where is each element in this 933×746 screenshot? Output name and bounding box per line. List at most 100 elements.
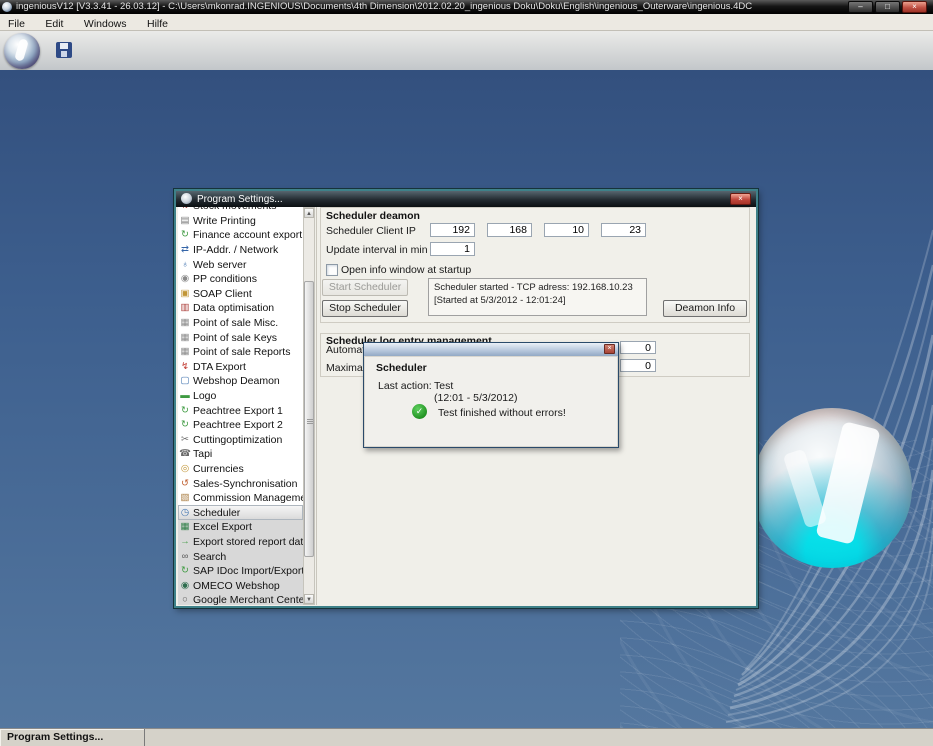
popup-result-text: Test finished without errors! <box>438 407 566 419</box>
popup-titlebar[interactable]: × <box>364 343 618 357</box>
minimize-icon[interactable]: – <box>848 1 873 13</box>
dialog-titlebar[interactable]: Program Settings... × <box>176 191 756 207</box>
sidebar-item[interactable]: ▤ Write Printing <box>178 214 303 229</box>
sidebar-item-label: Tapi <box>193 448 213 461</box>
sidebar-item-label: Search <box>193 550 227 563</box>
sidebar-item[interactable]: ↻ SAP IDoc Import/Export <box>178 563 303 579</box>
close-icon[interactable]: × <box>902 1 927 13</box>
task-tab-program-settings[interactable]: Program Settings... <box>0 729 145 746</box>
sidebar-item-label: SAP IDoc Import/Export <box>193 565 303 578</box>
sidebar-item[interactable]: ↯ DTA Export <box>178 360 303 375</box>
sidebar-item-label: Web server <box>193 258 247 271</box>
statusbar: Program Settings... <box>0 728 933 746</box>
globe-icon: ♁ <box>181 258 189 270</box>
sidebar-item-label: Point of sale Misc. <box>193 317 279 330</box>
list-scrollbar[interactable]: ▲ ▼ <box>303 207 315 605</box>
last-action-label: Last action: <box>378 380 432 392</box>
start-scheduler-button[interactable]: Start Scheduler <box>322 279 408 296</box>
sidebar-item-label: SOAP Client <box>193 287 252 300</box>
sidebar-item[interactable]: ▥ Data optimisation <box>178 301 303 316</box>
sidebar-item[interactable]: ▣ SOAP Client <box>178 287 303 302</box>
app-icon <box>2 2 12 12</box>
sidebar-item-label: Peachtree Export 1 <box>193 404 283 417</box>
scheduler-status-line1: Scheduler started - TCP adress: 192.168.… <box>434 282 633 293</box>
sidebar-item-label: Export stored report data <box>193 535 303 548</box>
sidebar-item[interactable]: ✂ Cuttingoptimization <box>178 433 303 448</box>
sidebar-item[interactable]: ◉ OMECO Webshop <box>178 578 303 594</box>
sidebar-item[interactable]: → Export stored report data <box>178 534 303 550</box>
sidebar-item[interactable]: ☎ Tapi <box>178 447 303 462</box>
ip-octet-2-field[interactable] <box>487 223 532 237</box>
ip-octet-3-field[interactable] <box>544 223 589 237</box>
sidebar-item[interactable]: ▬ Logo <box>178 389 303 404</box>
daemon-info-button[interactable]: Deamon Info <box>663 300 747 317</box>
menu-edit[interactable]: Edit <box>37 16 71 32</box>
open-info-checkbox[interactable] <box>326 264 338 276</box>
ip-octet-4-field[interactable] <box>601 223 646 237</box>
sidebar-item[interactable]: ▦ Excel Export <box>178 520 303 535</box>
open-info-checkbox-label: Open info window at startup <box>341 264 472 276</box>
client-ip-label: Scheduler Client IP <box>326 225 416 237</box>
sidebar-item[interactable]: ▦ Point of sale Misc. <box>178 316 303 331</box>
sidebar-item-label: Google Merchant Center <box>193 594 303 605</box>
network-icon: ⇄ <box>181 244 189 256</box>
sidebar-item-label: Write Printing <box>193 214 256 227</box>
save-button[interactable] <box>52 38 76 62</box>
sidebar-item-label: Cuttingoptimization <box>193 433 283 446</box>
sync-icon: ↺ <box>181 477 189 489</box>
log-row1-field[interactable] <box>620 341 656 354</box>
sidebar-item[interactable]: ◎ Currencies <box>178 462 303 477</box>
sidebar-item[interactable]: ○ Google Merchant Center <box>178 593 303 605</box>
sidebar-item-selected[interactable]: ◷ Scheduler <box>178 505 303 521</box>
sidebar-item[interactable]: ▢ Webshop Deamon <box>178 374 303 389</box>
stop-scheduler-button[interactable]: Stop Scheduler <box>322 300 408 317</box>
program-settings-dialog: Program Settings... × ⇅Stock movements ▤… <box>174 189 758 608</box>
excel-icon: ▦ <box>180 521 190 533</box>
menu-windows[interactable]: Windows <box>76 16 135 32</box>
sidebar-item[interactable]: ↻ Peachtree Export 2 <box>178 418 303 433</box>
dialog-title: Program Settings... <box>197 194 283 205</box>
scheduler-info-popup: × Scheduler Last action: Test (12:01 - 5… <box>363 342 619 448</box>
sidebar-item[interactable]: ⇅Stock movements <box>178 207 303 214</box>
window-title: ingeniousV12 [V3.3.41 - 26.03.12] - C:\U… <box>16 1 753 12</box>
menu-file[interactable]: File <box>0 16 33 32</box>
sidebar-item-label: Point of sale Reports <box>193 346 291 359</box>
maximize-icon[interactable]: □ <box>875 1 900 13</box>
cash-register-icon: ▦ <box>180 317 190 329</box>
ingenious-logo-icon <box>4 33 40 69</box>
sphere-logo-mark <box>815 421 881 546</box>
sidebar-item-label: Finance account export <box>193 229 303 242</box>
ip-octet-1-field[interactable] <box>430 223 475 237</box>
update-interval-field[interactable] <box>430 242 475 256</box>
sidebar-item[interactable]: ♁ Web server <box>178 257 303 272</box>
sidebar-item[interactable]: ⇄ IP-Addr. / Network <box>178 243 303 258</box>
sidebar-item[interactable]: ◉ PP conditions <box>178 272 303 287</box>
webshop-icon: ◉ <box>180 579 190 591</box>
menu-hilfe[interactable]: Hilfe <box>139 16 176 32</box>
popup-heading: Scheduler <box>376 362 427 374</box>
log-row2-field[interactable] <box>620 359 656 372</box>
sidebar-item[interactable]: ↻ Peachtree Export 1 <box>178 403 303 418</box>
scroll-down-icon[interactable]: ▼ <box>304 594 314 604</box>
toolbar <box>0 31 933 70</box>
scrollbar-thumb[interactable] <box>304 281 314 557</box>
sidebar-item[interactable]: ▦ Point of sale Reports <box>178 345 303 360</box>
sidebar-item[interactable]: ∞ Search <box>178 549 303 564</box>
sidebar-item[interactable]: ▦ Point of sale Keys <box>178 330 303 345</box>
sidebar-item[interactable]: ▧ Commission Management <box>178 491 304 506</box>
sidebar-item[interactable]: ↻ Finance account export <box>178 228 303 243</box>
monitor-icon: ▢ <box>180 375 190 387</box>
settings-category-list: ⇅Stock movements ▤Write Printing ↻ Financ… <box>178 207 303 605</box>
dialog-close-icon[interactable]: × <box>730 193 751 205</box>
sidebar-item-label: IP-Addr. / Network <box>193 244 279 257</box>
sidebar-item[interactable]: ↺ Sales-Synchronisation <box>178 476 303 491</box>
sidebar-item-label: Data optimisation <box>193 302 275 315</box>
scroll-up-icon[interactable]: ▲ <box>304 208 314 218</box>
last-action-date: (12:01 - 5/3/2012) <box>434 392 518 404</box>
sidebar-item-label: DTA Export <box>193 360 246 373</box>
scissors-icon: ✂ <box>181 433 189 445</box>
popup-close-icon[interactable]: × <box>604 344 615 354</box>
sidebar-item-label: Scheduler <box>193 506 241 519</box>
sidebar-item-label: Currencies <box>193 462 244 475</box>
printer-icon: ▤ <box>180 214 190 226</box>
